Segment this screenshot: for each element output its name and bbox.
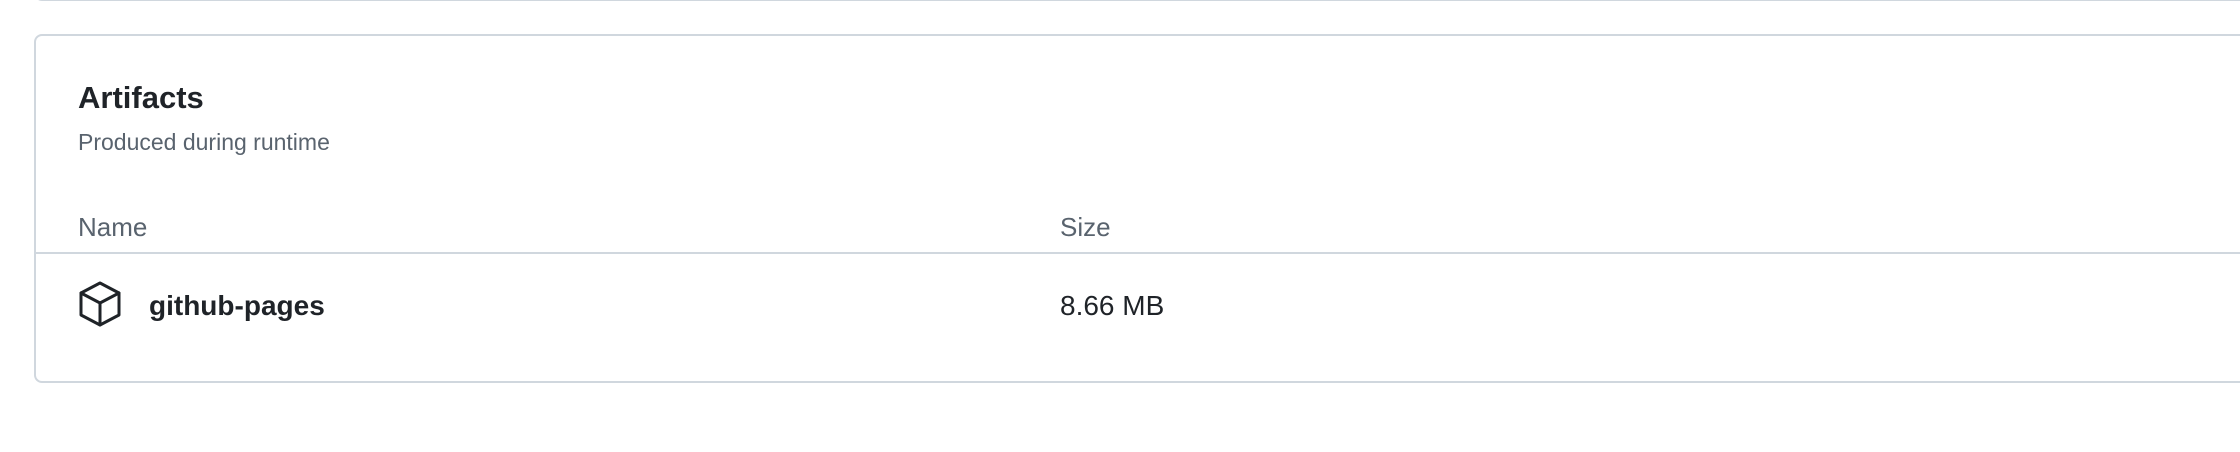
table-row: github-pages 8.66 MB <box>36 254 2240 364</box>
artifacts-card: Artifacts Produced during runtime Name S… <box>34 34 2240 383</box>
previous-section-card-edge <box>34 0 2240 1</box>
artifacts-header: Artifacts Produced during runtime <box>78 82 330 154</box>
artifact-size: 8.66 MB <box>1060 290 1165 321</box>
artifacts-title: Artifacts <box>78 80 204 115</box>
package-icon <box>78 280 122 328</box>
column-header-size: Size <box>1060 212 1111 242</box>
artifacts-subtitle: Produced during runtime <box>78 129 330 155</box>
artifacts-table-header: Name Size <box>36 202 2240 254</box>
column-header-name: Name <box>78 212 148 242</box>
artifact-link-github-pages[interactable]: github-pages <box>149 292 325 320</box>
